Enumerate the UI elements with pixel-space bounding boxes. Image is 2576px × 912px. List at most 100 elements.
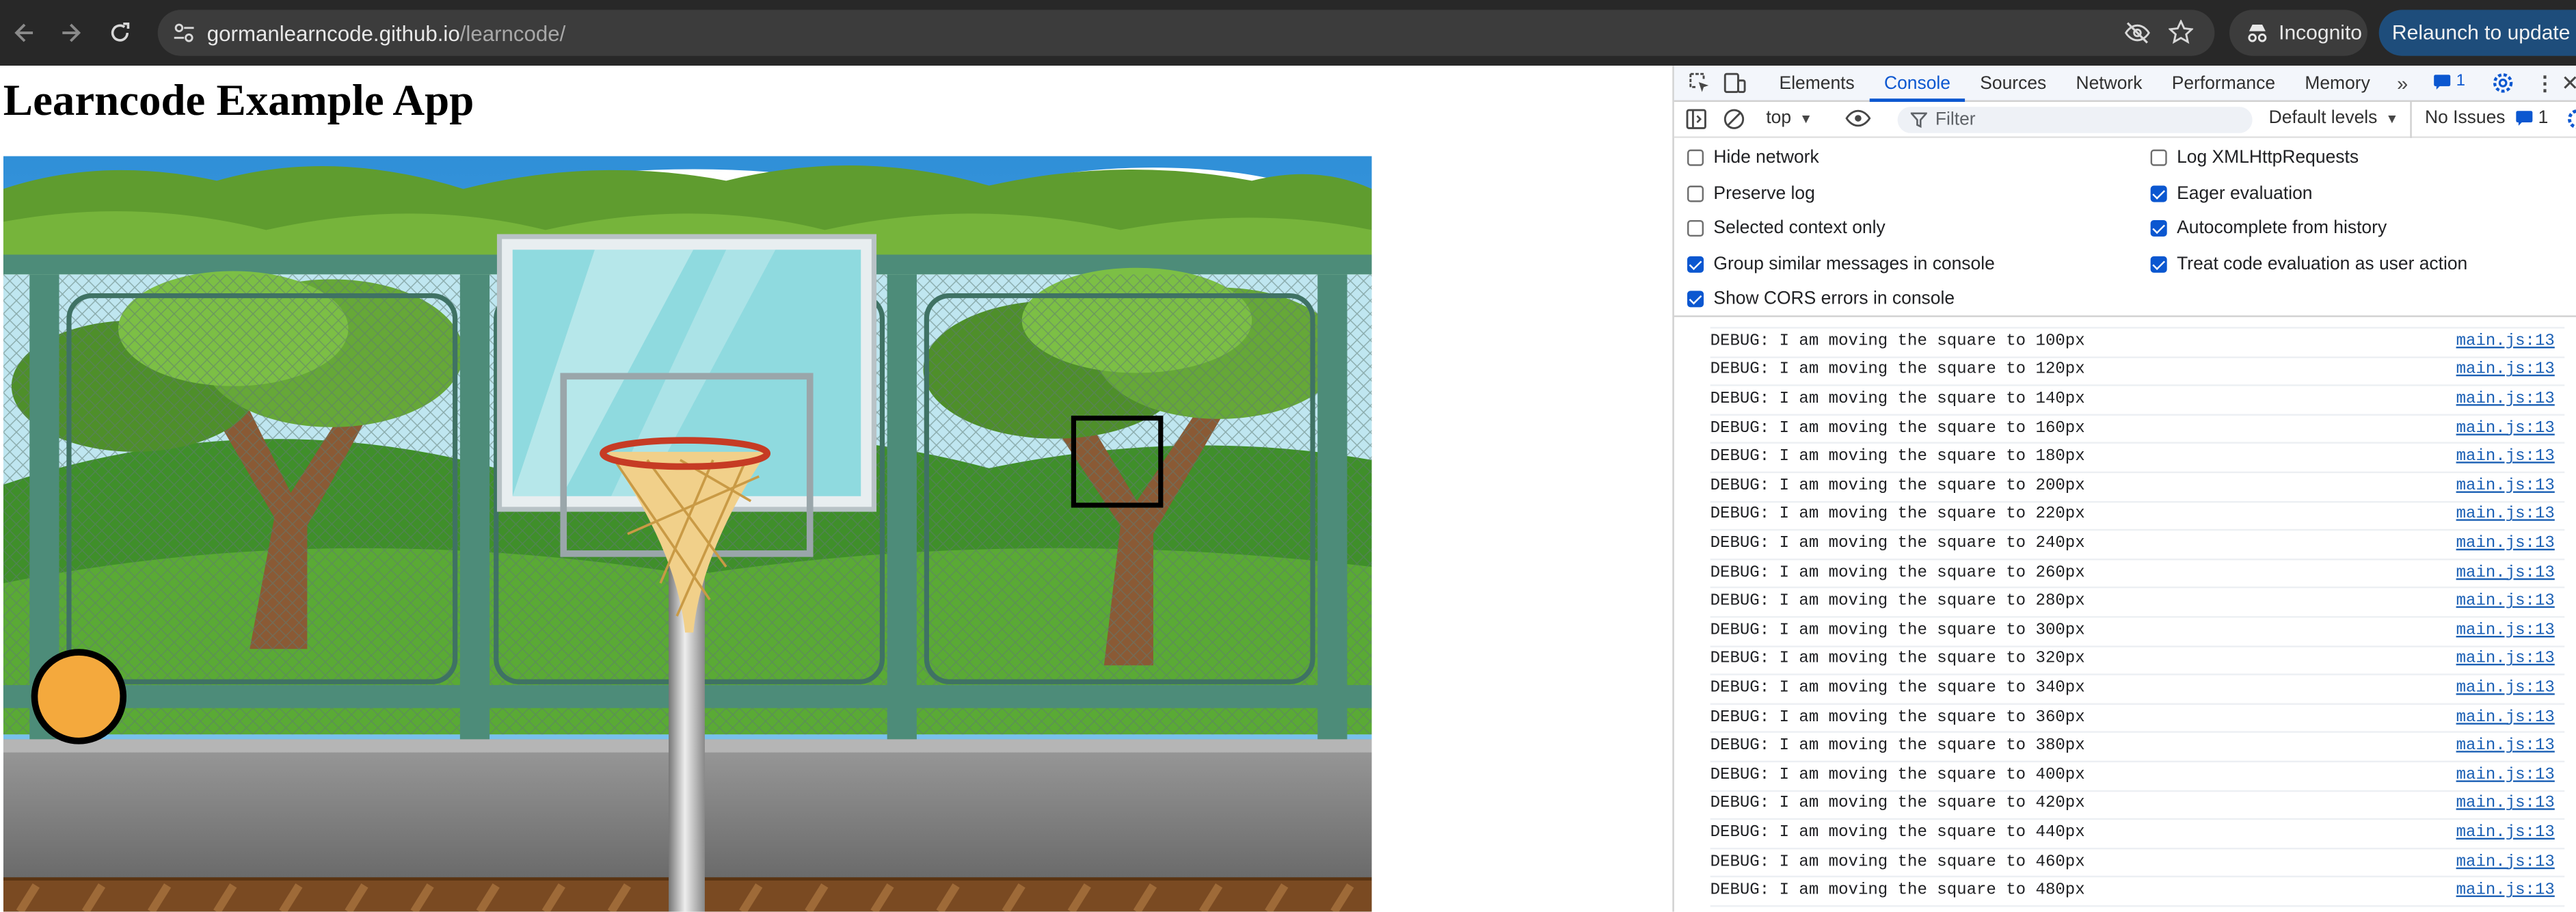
log-source-link[interactable]: main.js:13 xyxy=(2456,478,2555,496)
forward-icon[interactable] xyxy=(54,16,87,49)
close-devtools-icon[interactable]: ✕ xyxy=(2561,70,2576,96)
log-source-link[interactable]: main.js:13 xyxy=(2456,362,2555,380)
log-message: DEBUG: I am moving the square to 260px xyxy=(1710,564,2085,583)
log-message: DEBUG: I am moving the square to 240px xyxy=(1710,535,2085,554)
relaunch-button[interactable]: Relaunch to update xyxy=(2378,10,2576,56)
tab-sources[interactable]: Sources xyxy=(1965,65,2061,101)
context-selector[interactable]: top ▼ xyxy=(1766,109,1812,129)
log-message: DEBUG: I am moving the square to 440px xyxy=(1710,824,2085,843)
log-message: DEBUG: I am moving the square to 140px xyxy=(1710,390,2085,410)
console-filter-input[interactable]: Filter xyxy=(1897,107,2253,133)
incognito-indicator[interactable]: Incognito xyxy=(2229,10,2367,56)
console-log-row: DEBUG: I am moving the square to 220px ma… xyxy=(1710,502,2565,531)
log-source-link[interactable]: main.js:13 xyxy=(2456,824,2555,842)
console-log-row: DEBUG: I am moving the square to 180px ma… xyxy=(1710,444,2565,474)
selected-context-checkbox[interactable]: Selected context only xyxy=(1687,219,1886,238)
log-message: DEBUG: I am moving the square to 380px xyxy=(1710,738,2085,756)
eye-off-icon[interactable] xyxy=(2124,21,2150,44)
filter-placeholder: Filter xyxy=(1935,110,1976,130)
show-cors-label: Show CORS errors in console xyxy=(1713,289,1955,309)
message-icon xyxy=(2515,110,2533,126)
log-source-link[interactable]: main.js:13 xyxy=(2456,507,2555,524)
checkbox-box[interactable] xyxy=(1687,185,1704,202)
back-icon[interactable] xyxy=(8,16,41,49)
checkbox-box-checked[interactable] xyxy=(1687,291,1704,308)
hide-network-checkbox[interactable]: Hide network xyxy=(1687,148,1819,167)
console-log-row: DEBUG: I am moving the square to 280px ma… xyxy=(1710,589,2565,618)
settings-gear-icon[interactable] xyxy=(2493,72,2514,94)
tab-console[interactable]: Console xyxy=(1869,65,1965,101)
log-message: DEBUG: I am moving the square to 340px xyxy=(1710,680,2085,699)
checkbox-box-checked[interactable] xyxy=(2150,185,2167,202)
autocomplete-history-checkbox[interactable]: Autocomplete from history xyxy=(2150,219,2387,238)
log-message: DEBUG: I am moving the square to 120px xyxy=(1710,362,2085,381)
issues-badge[interactable]: 1 xyxy=(2433,72,2465,90)
live-expression-eye-icon[interactable] xyxy=(1845,109,1871,129)
address-bar[interactable]: gormanlearncode.github.io/learncode/ xyxy=(157,10,2215,56)
console-log-row: DEBUG: I am moving the square to 300px ma… xyxy=(1710,618,2565,647)
log-source-link[interactable]: main.js:13 xyxy=(2456,593,2555,611)
treat-code-eval-checkbox[interactable]: Treat code evaluation as user action xyxy=(2150,254,2467,274)
log-source-link[interactable]: main.js:13 xyxy=(2456,854,2555,872)
tab-memory[interactable]: Memory xyxy=(2290,65,2385,101)
issues-count: 1 xyxy=(2456,72,2466,91)
checkbox-box[interactable] xyxy=(1687,220,1704,237)
log-source-link[interactable]: main.js:13 xyxy=(2456,448,2555,466)
more-tabs-icon[interactable]: » xyxy=(2397,72,2408,96)
log-xhr-checkbox[interactable]: Log XMLHttpRequests xyxy=(2150,148,2359,167)
log-source-link[interactable]: main.js:13 xyxy=(2456,333,2555,351)
log-source-link[interactable]: main.js:13 xyxy=(2456,622,2555,640)
console-log-row: DEBUG: I am moving the square to 380px ma… xyxy=(1710,734,2565,763)
eager-evaluation-checkbox[interactable]: Eager evaluation xyxy=(2150,184,2313,204)
clear-console-icon[interactable] xyxy=(1723,109,1745,130)
preserve-log-checkbox[interactable]: Preserve log xyxy=(1687,184,1815,204)
checkbox-box-checked[interactable] xyxy=(1687,256,1704,273)
console-log-row: DEBUG: I am moving the square to 400px ma… xyxy=(1710,762,2565,792)
log-message: DEBUG: I am moving the square to 300px xyxy=(1710,622,2085,641)
log-source-link[interactable]: main.js:13 xyxy=(2456,565,2555,582)
log-source-link[interactable]: main.js:13 xyxy=(2456,709,2555,727)
device-toolbar-icon[interactable] xyxy=(1721,72,1747,94)
log-levels-label: Default levels xyxy=(2268,108,2378,129)
group-similar-checkbox[interactable]: Group similar messages in console xyxy=(1687,254,1995,274)
context-label: top xyxy=(1766,108,1792,129)
log-message: DEBUG: I am moving the square to 180px xyxy=(1710,448,2085,467)
checkbox-box[interactable] xyxy=(1687,149,1704,166)
checkbox-box[interactable] xyxy=(2150,149,2167,166)
show-cors-checkbox[interactable]: Show CORS errors in console xyxy=(1687,289,1955,309)
console-log[interactable]: DEBUG: I am moving the square to 100px ma… xyxy=(1674,319,2576,912)
console-settings-icon[interactable] xyxy=(2564,109,2576,130)
tab-performance[interactable]: Performance xyxy=(2157,65,2290,101)
url-host: gormanlearncode.github.io xyxy=(206,21,460,46)
inspect-element-icon[interactable] xyxy=(1686,72,1712,94)
more-options-icon[interactable]: ⋮ xyxy=(2535,72,2555,96)
checkbox-box-checked[interactable] xyxy=(2150,220,2167,237)
reload-icon[interactable] xyxy=(103,16,136,49)
console-log-row: DEBUG: I am moving the square to 200px ma… xyxy=(1710,473,2565,502)
console-log-row: DEBUG: I am moving the square to 440px ma… xyxy=(1710,820,2565,849)
bookmark-star-icon[interactable] xyxy=(2169,19,2194,44)
log-source-link[interactable]: main.js:13 xyxy=(2456,652,2555,669)
log-message: DEBUG: I am moving the square to 200px xyxy=(1710,477,2085,496)
log-source-link[interactable]: main.js:13 xyxy=(2456,391,2555,409)
preserve-log-label: Preserve log xyxy=(1713,184,1815,204)
log-source-link[interactable]: main.js:13 xyxy=(2456,796,2555,814)
site-info-icon[interactable] xyxy=(172,21,196,44)
moving-square xyxy=(1071,415,1164,508)
log-levels-dropdown[interactable]: Default levels ▼ xyxy=(2269,109,2399,129)
tab-elements[interactable]: Elements xyxy=(1765,65,1869,101)
chevron-down-icon: ▼ xyxy=(1799,111,1813,126)
log-source-link[interactable]: main.js:13 xyxy=(2456,420,2555,438)
tab-network[interactable]: Network xyxy=(2061,65,2157,101)
no-issues-button[interactable]: No Issues 1 xyxy=(2425,109,2548,129)
log-source-link[interactable]: main.js:13 xyxy=(2456,738,2555,755)
console-toolbar: top ▼ Filter Default levels ▼ No Issues … xyxy=(1674,101,2576,138)
chevron-down-icon: ▼ xyxy=(2385,111,2399,126)
sidebar-toggle-icon[interactable] xyxy=(1686,109,1707,130)
log-source-link[interactable]: main.js:13 xyxy=(2456,883,2555,900)
log-source-link[interactable]: main.js:13 xyxy=(2456,535,2555,553)
log-source-link[interactable]: main.js:13 xyxy=(2456,767,2555,785)
game-canvas[interactable] xyxy=(3,156,1372,912)
checkbox-box-checked[interactable] xyxy=(2150,256,2167,273)
log-source-link[interactable]: main.js:13 xyxy=(2456,680,2555,698)
